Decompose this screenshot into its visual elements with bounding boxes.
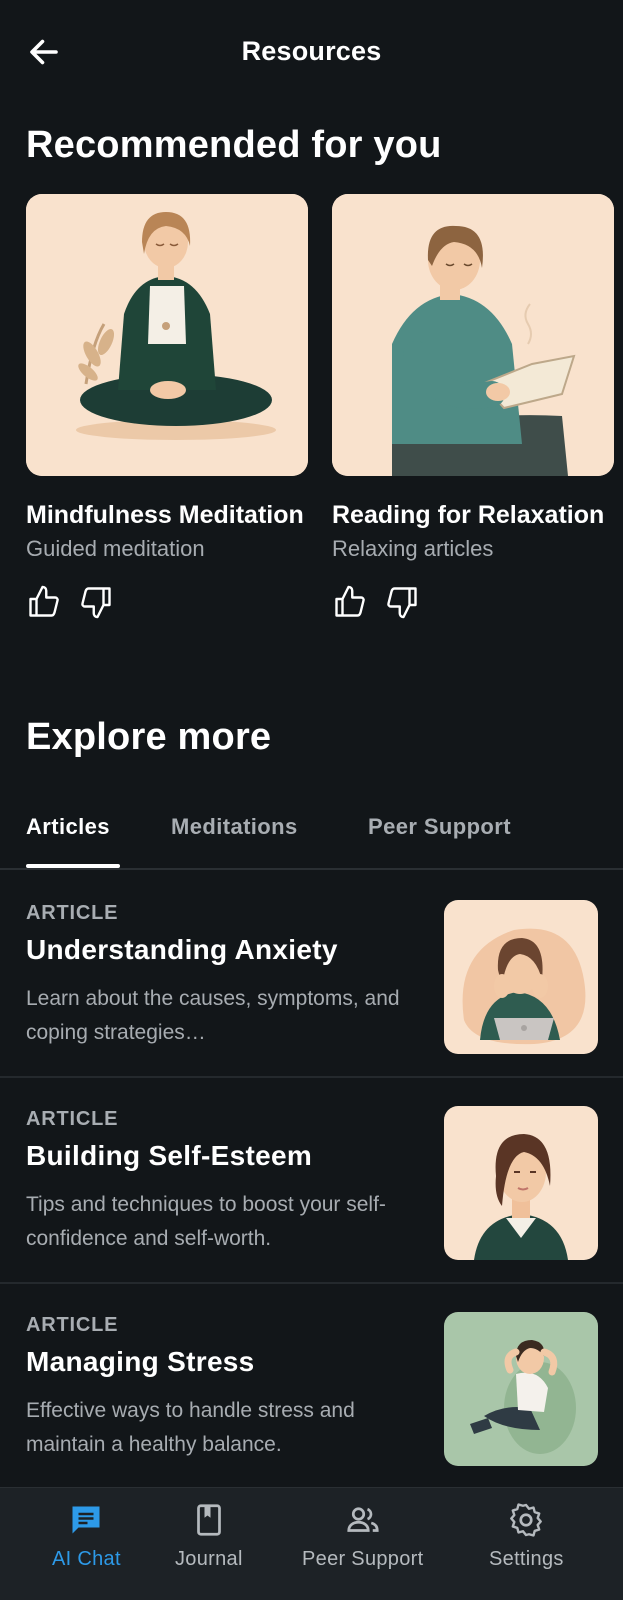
recommended-heading: Recommended for you [26,124,442,166]
people-icon [347,1507,379,1532]
explore-heading: Explore more [26,716,272,758]
thumbs-down-icon [81,587,111,619]
article-title: Understanding Anxiety [26,934,338,965]
rating-buttons [26,584,308,620]
thumbs-down-button[interactable] [78,584,114,620]
article-list-item[interactable]: ARTICLE Building Self-Esteem Tips and te… [0,1078,623,1284]
article-list-item[interactable]: ARTICLE Managing Stress Effective ways t… [0,1284,623,1490]
recommended-card-title: Mindfulness Meditation [26,501,304,529]
woman-portrait-illustration [444,1106,598,1260]
rating-buttons [332,584,614,620]
journal-icon [196,1504,221,1536]
relaxed-man-illustration [444,1312,598,1466]
tab-meditations[interactable]: Meditations [171,814,298,840]
explore-tabs: Articles Meditations Peer Support [0,800,623,870]
recommended-card-title: Reading for Relaxation [332,501,605,529]
thumbs-up-icon [335,585,365,617]
bottom-navigation: AI Chat Journal Peer Support Settings [0,1487,623,1600]
man-reading-book-illustration [332,194,614,476]
article-description: Learn about the causes, symptoms, and co… [26,987,400,1044]
woman-meditating-illustration [26,194,308,476]
recommended-card-reading[interactable]: Reading for Relaxation Relaxing articles [332,194,614,620]
nav-item-label: Settings [489,1548,564,1570]
article-tag: ARTICLE [26,1314,119,1336]
chat-icon [72,1506,100,1534]
article-description: Effective ways to handle stress and main… [26,1399,355,1456]
nav-item-label: Peer Support [302,1548,424,1570]
thumbs-up-button[interactable] [26,584,62,620]
nav-item-settings[interactable]: Settings [489,1502,564,1571]
tab-peer-support[interactable]: Peer Support [368,814,511,840]
nav-item-ai-chat[interactable]: AI Chat [52,1502,121,1571]
article-title: Building Self-Esteem [26,1140,313,1171]
article-tag: ARTICLE [26,1108,119,1130]
thumbs-down-button[interactable] [384,584,420,620]
thumbs-up-icon [29,585,59,617]
gear-icon [510,1503,543,1537]
anxious-woman-laptop-illustration [444,900,598,1054]
article-description: Tips and techniques to boost your self-c… [26,1193,386,1250]
article-tag: ARTICLE [26,902,119,924]
recommended-card-subtitle: Relaxing articles [332,536,494,561]
recommended-card-subtitle: Guided meditation [26,536,205,561]
page-title: Resources [241,36,382,66]
tab-articles[interactable]: Articles [26,814,110,840]
recommended-card-mindfulness[interactable]: Mindfulness Meditation Guided meditation [26,194,308,620]
nav-item-journal[interactable]: Journal [175,1502,243,1571]
thumbs-down-icon [387,587,417,619]
article-title: Managing Stress [26,1346,255,1377]
article-list-item[interactable]: ARTICLE Understanding Anxiety Learn abou… [0,872,623,1078]
nav-item-peer-support[interactable]: Peer Support [302,1502,423,1571]
thumbs-up-button[interactable] [332,584,368,620]
top-app-bar: Resources [0,0,623,104]
active-tab-indicator [26,864,120,868]
nav-item-label: Journal [175,1548,243,1570]
nav-item-label: AI Chat [52,1548,121,1570]
